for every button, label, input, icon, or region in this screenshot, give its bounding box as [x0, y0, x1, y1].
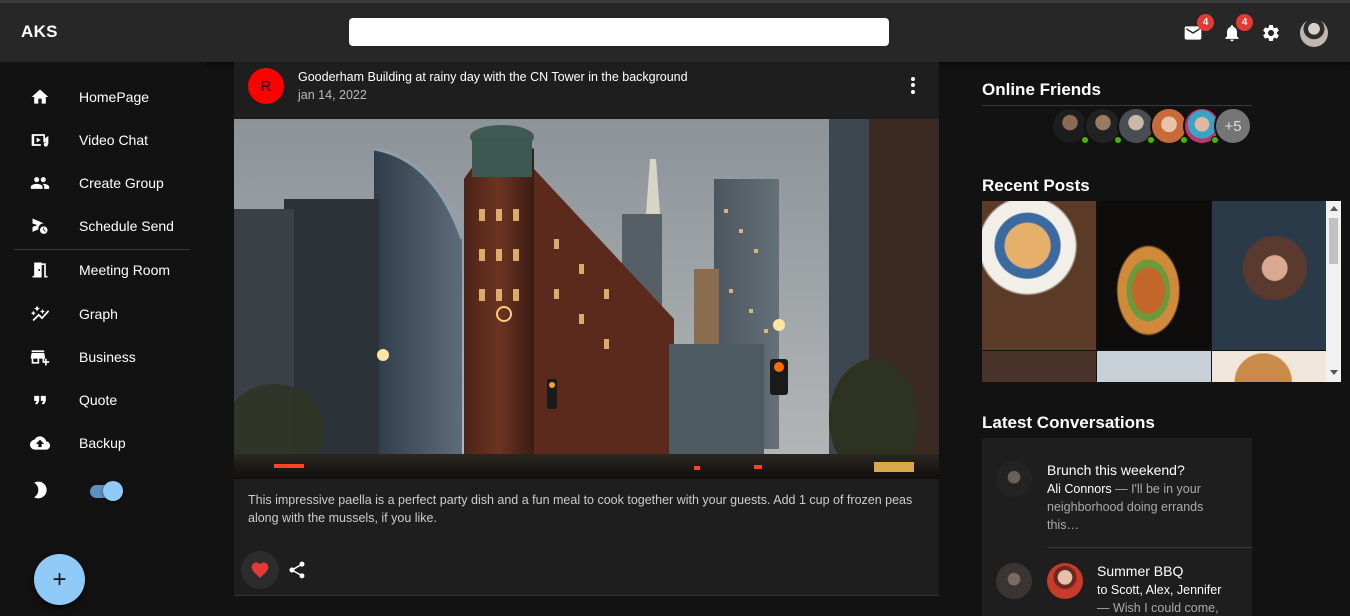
conversation-divider	[1047, 547, 1252, 548]
sidebar-item-graph[interactable]: Graph	[14, 295, 190, 333]
app-title: AKS	[21, 22, 58, 41]
conversation-snippet: Ali Connors — I'll be in your neighborho…	[1047, 480, 1237, 534]
recent-post-thumbnail[interactable]	[982, 201, 1096, 350]
sidebar-item-backup[interactable]: Backup	[14, 424, 190, 462]
online-friends-divider	[982, 105, 1252, 106]
cloud-upload-icon	[29, 432, 51, 454]
video-chat-icon	[29, 129, 51, 151]
conversation-avatar	[996, 461, 1032, 497]
dark-mode-indicator	[14, 471, 74, 509]
recent-posts-title: Recent Posts	[982, 176, 1090, 195]
sidebar-item-label: Video Chat	[79, 132, 149, 148]
recent-post-thumbnail[interactable]	[1212, 201, 1326, 350]
sidebar-item-label: Business	[79, 349, 136, 365]
sidebar-item-quote[interactable]: Quote	[14, 381, 190, 419]
sidebar-item-label: Meeting Room	[79, 262, 171, 278]
post-date: jan 14, 2022	[298, 88, 367, 102]
storefront-icon	[29, 346, 51, 368]
gear-icon	[1263, 24, 1279, 41]
online-friends-title: Online Friends	[982, 80, 1102, 99]
more-options-button[interactable]	[904, 74, 922, 96]
schedule-send-icon	[29, 215, 51, 237]
sidebar: HomePage Video Chat Create Group Schedul…	[0, 62, 205, 616]
mail-button[interactable]: 4	[1181, 14, 1214, 45]
post-image	[234, 119, 939, 479]
scrollbar-thumb[interactable]	[1329, 218, 1338, 264]
sidebar-divider	[14, 249, 190, 250]
like-button[interactable]	[241, 551, 279, 589]
more-friends-count[interactable]: +5	[1214, 107, 1252, 145]
post-body: This impressive paella is a perfect part…	[248, 493, 913, 525]
conversation-snippet: to Scott, Alex, Jennifer — Wish I could c…	[1097, 581, 1247, 616]
latest-conversations-title: Latest Conversations	[982, 413, 1155, 432]
conversation-recipients: to Scott, Alex, Jennifer	[1097, 583, 1222, 597]
moon-icon	[29, 479, 51, 501]
meeting-room-icon	[29, 259, 51, 281]
sidebar-item-meeting-room[interactable]: Meeting Room	[14, 251, 190, 289]
heart-icon	[251, 562, 269, 578]
dark-mode-toggle-knob[interactable]	[103, 481, 123, 501]
add-button[interactable]: +	[34, 554, 85, 605]
sidebar-item-label: HomePage	[79, 89, 150, 105]
sidebar-item-label: Graph	[79, 306, 118, 322]
sidebar-item-create-group[interactable]: Create Group	[14, 164, 190, 202]
settings-button[interactable]	[1259, 21, 1283, 45]
conversation-title[interactable]: Brunch this weekend?	[1047, 462, 1185, 478]
recent-post-thumbnail[interactable]	[982, 351, 1096, 382]
sidebar-item-label: Create Group	[79, 175, 164, 191]
user-avatar[interactable]	[1300, 19, 1328, 47]
conversation-sender: Ali Connors	[1047, 482, 1112, 496]
conversation-preview: — Wish I could come,	[1097, 601, 1219, 615]
recent-post-thumbnail[interactable]	[1097, 201, 1211, 350]
sidebar-item-label: Backup	[79, 435, 126, 451]
scroll-up-arrow-icon[interactable]	[1330, 206, 1338, 211]
sidebar-item-schedule-send[interactable]: Schedule Send	[14, 207, 190, 245]
quote-icon	[29, 389, 51, 411]
conversation-title[interactable]: Summer BBQ	[1097, 563, 1183, 579]
post-title: Gooderham Building at rainy day with the…	[298, 70, 688, 84]
notifications-button[interactable]: 4	[1220, 14, 1253, 45]
group-icon	[29, 172, 51, 194]
sidebar-item-homepage[interactable]: HomePage	[14, 78, 190, 116]
app-bar: AKS 4 4	[0, 0, 1350, 62]
conversation-avatar	[1047, 563, 1083, 599]
post-card: R Gooderham Building at rainy day with t…	[234, 62, 939, 596]
sidebar-item-label: Quote	[79, 392, 118, 408]
search-input[interactable]	[349, 18, 889, 46]
share-button[interactable]	[284, 557, 310, 583]
auto-graph-icon	[29, 303, 51, 325]
sidebar-item-business[interactable]: Business	[14, 338, 190, 376]
home-icon	[29, 86, 51, 108]
notification-badge: 4	[1236, 14, 1253, 31]
share-icon	[289, 561, 305, 579]
scroll-down-arrow-icon[interactable]	[1330, 370, 1338, 375]
recent-post-thumbnail[interactable]	[1212, 351, 1326, 382]
gallery-scrollbar[interactable]	[1326, 201, 1341, 382]
sidebar-item-label: Schedule Send	[79, 218, 174, 234]
sidebar-item-video-chat[interactable]: Video Chat	[14, 121, 190, 159]
conversation-avatar	[996, 563, 1032, 599]
mail-badge: 4	[1197, 14, 1214, 31]
recent-posts-gallery	[982, 201, 1341, 382]
post-author-avatar: R	[248, 68, 284, 104]
add-icon: +	[52, 565, 67, 593]
recent-post-thumbnail[interactable]	[1097, 351, 1211, 382]
